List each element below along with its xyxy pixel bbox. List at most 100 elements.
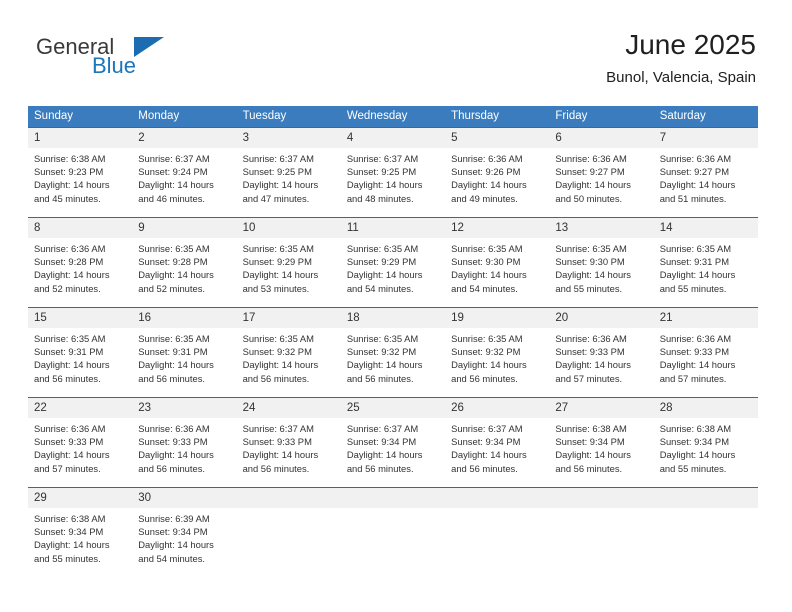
day-number: 26 <box>445 398 550 418</box>
daylight-duration-line2: and 56 minutes. <box>451 372 518 384</box>
day-cell[interactable]: 8 Sunrise: 6:36 AM Sunset: 9:28 PM Daylight… <box>28 217 133 308</box>
day-cell[interactable]: 2 Sunrise: 6:37 AM Sunset: 9:24 PM Daylight… <box>132 127 237 218</box>
day-cell[interactable]: 3 Sunrise: 6:37 AM Sunset: 9:25 PM Daylight… <box>236 127 341 218</box>
day-number: 22 <box>28 398 133 418</box>
day-details: Sunrise: 6:35 AM Sunset: 9:31 PM Daylight:… <box>654 238 758 295</box>
day-number: 16 <box>132 308 237 328</box>
day-details: Sunrise: 6:38 AM Sunset: 9:23 PM Daylight:… <box>28 148 132 205</box>
sunset-time: Sunset: 9:23 PM <box>34 166 104 178</box>
day-number: 25 <box>340 398 446 418</box>
day-details: Sunrise: 6:38 AM Sunset: 9:34 PM Daylight:… <box>28 508 132 565</box>
calendar-week-row: 8 Sunrise: 6:36 AM Sunset: 9:28 PM Daylight… <box>28 217 758 308</box>
day-cell[interactable]: 28 Sunrise: 6:38 AM Sunset: 9:34 PM Dayligh… <box>653 397 758 488</box>
daylight-duration-line1: Daylight: 14 hours <box>34 539 110 551</box>
day-cell[interactable]: 25 Sunrise: 6:37 AM Sunset: 9:34 PM Dayligh… <box>340 397 446 488</box>
day-cell[interactable]: 21 Sunrise: 6:36 AM Sunset: 9:33 PM Dayligh… <box>653 307 758 398</box>
day-details: Sunrise: 6:38 AM Sunset: 9:34 PM Daylight:… <box>654 418 758 475</box>
day-cell[interactable]: 11 Sunrise: 6:35 AM Sunset: 9:29 PM Dayligh… <box>340 217 446 308</box>
day-number: 12 <box>445 218 550 238</box>
daylight-duration-line2: and 48 minutes. <box>346 192 414 204</box>
day-cell[interactable]: 10 Sunrise: 6:35 AM Sunset: 9:29 PM Dayligh… <box>236 217 341 308</box>
day-cell[interactable]: 13 Sunrise: 6:35 AM Sunset: 9:30 PM Dayligh… <box>549 217 654 308</box>
day-cell[interactable]: 20 Sunrise: 6:36 AM Sunset: 9:33 PM Dayligh… <box>549 307 654 398</box>
weekday-header-saturday: Saturday <box>653 106 758 128</box>
sunrise-time: Sunrise: 6:37 AM <box>242 153 314 164</box>
day-cell[interactable]: 9 Sunrise: 6:35 AM Sunset: 9:28 PM Daylight… <box>132 217 237 308</box>
day-cell[interactable]: 14 Sunrise: 6:35 AM Sunset: 9:31 PM Dayligh… <box>653 217 758 308</box>
day-number <box>549 488 654 508</box>
day-cell[interactable]: 4 Sunrise: 6:37 AM Sunset: 9:25 PM Daylight… <box>340 127 446 218</box>
daylight-duration-line1: Daylight: 14 hours <box>242 359 319 371</box>
day-cell[interactable]: 16 Sunrise: 6:35 AM Sunset: 9:31 PM Dayligh… <box>132 307 237 398</box>
daylight-duration-line1: Daylight: 14 hours <box>659 449 736 461</box>
day-number: 15 <box>28 308 133 328</box>
day-details: Sunrise: 6:36 AM Sunset: 9:27 PM Daylight:… <box>654 148 758 205</box>
sunrise-time: Sunrise: 6:36 AM <box>555 153 627 164</box>
day-number: 20 <box>549 308 654 328</box>
daylight-duration-line1: Daylight: 14 hours <box>138 449 214 461</box>
day-details: Sunrise: 6:35 AM Sunset: 9:29 PM Daylight:… <box>341 238 445 295</box>
daylight-duration-line1: Daylight: 14 hours <box>451 179 527 191</box>
day-cell[interactable]: 15 Sunrise: 6:35 AM Sunset: 9:31 PM Dayligh… <box>28 307 133 398</box>
sunset-time: Sunset: 9:34 PM <box>138 526 208 538</box>
daylight-duration-line1: Daylight: 14 hours <box>138 179 214 191</box>
day-details: Sunrise: 6:36 AM Sunset: 9:27 PM Daylight:… <box>549 148 653 205</box>
daylight-duration-line2: and 56 minutes. <box>451 462 518 474</box>
sunset-time: Sunset: 9:34 PM <box>346 436 417 448</box>
weekday-header-tuesday: Tuesday <box>236 106 341 128</box>
daylight-duration-line2: and 57 minutes. <box>34 462 101 474</box>
daylight-duration-line1: Daylight: 14 hours <box>346 359 423 371</box>
sunrise-time: Sunrise: 6:36 AM <box>34 243 106 254</box>
sunset-time: Sunset: 9:29 PM <box>242 256 312 268</box>
day-cell[interactable]: 27 Sunrise: 6:38 AM Sunset: 9:34 PM Dayligh… <box>549 397 654 488</box>
day-cell[interactable]: 17 Sunrise: 6:35 AM Sunset: 9:32 PM Dayligh… <box>236 307 341 398</box>
day-number: 5 <box>445 128 550 148</box>
day-details: Sunrise: 6:39 AM Sunset: 9:34 PM Daylight:… <box>132 508 236 565</box>
sunset-time: Sunset: 9:33 PM <box>555 346 625 358</box>
daylight-duration-line1: Daylight: 14 hours <box>346 179 423 191</box>
day-cell[interactable]: 6 Sunrise: 6:36 AM Sunset: 9:27 PM Daylight… <box>549 127 654 218</box>
day-number: 27 <box>549 398 654 418</box>
day-number: 1 <box>28 128 133 148</box>
calendar-table: Sunday Monday Tuesday Wednesday Thursday Frid… <box>28 106 758 578</box>
day-cell[interactable]: 29 Sunrise: 6:38 AM Sunset: 9:34 PM Dayligh… <box>28 487 133 578</box>
sunrise-time: Sunrise: 6:35 AM <box>555 243 627 254</box>
day-cell[interactable]: 26 Sunrise: 6:37 AM Sunset: 9:34 PM Dayligh… <box>445 397 550 488</box>
day-cell[interactable]: 1 Sunrise: 6:38 AM Sunset: 9:23 PM Daylight… <box>28 127 133 218</box>
daylight-duration-line1: Daylight: 14 hours <box>34 449 110 461</box>
sunrise-time: Sunrise: 6:37 AM <box>346 423 419 434</box>
sunrise-time: Sunrise: 6:36 AM <box>451 153 523 164</box>
sunrise-time: Sunrise: 6:37 AM <box>451 423 523 434</box>
daylight-duration-line1: Daylight: 14 hours <box>555 359 631 371</box>
daylight-duration-line1: Daylight: 14 hours <box>659 179 736 191</box>
weekday-header-wednesday: Wednesday <box>340 106 446 128</box>
day-cell[interactable]: 30 Sunrise: 6:39 AM Sunset: 9:34 PM Dayligh… <box>132 487 237 578</box>
day-number: 8 <box>28 218 133 238</box>
sunset-time: Sunset: 9:27 PM <box>555 166 625 178</box>
day-cell[interactable]: 18 Sunrise: 6:35 AM Sunset: 9:32 PM Dayligh… <box>340 307 446 398</box>
day-details: Sunrise: 6:35 AM Sunset: 9:30 PM Daylight:… <box>445 238 549 295</box>
day-cell[interactable]: 5 Sunrise: 6:36 AM Sunset: 9:26 PM Daylight… <box>445 127 550 218</box>
sunrise-time: Sunrise: 6:35 AM <box>242 333 314 344</box>
day-number: 23 <box>132 398 237 418</box>
weekday-header-thursday: Thursday <box>445 106 550 128</box>
day-details: Sunrise: 6:35 AM Sunset: 9:29 PM Daylight:… <box>237 238 341 295</box>
day-cell-empty <box>340 487 446 578</box>
daylight-duration-line1: Daylight: 14 hours <box>242 449 319 461</box>
day-cell[interactable]: 22 Sunrise: 6:36 AM Sunset: 9:33 PM Dayligh… <box>28 397 133 488</box>
day-cell[interactable]: 7 Sunrise: 6:36 AM Sunset: 9:27 PM Daylight… <box>653 127 758 218</box>
day-cell[interactable]: 12 Sunrise: 6:35 AM Sunset: 9:30 PM Dayligh… <box>445 217 550 308</box>
daylight-duration-line2: and 55 minutes. <box>659 282 727 294</box>
day-cell[interactable]: 19 Sunrise: 6:35 AM Sunset: 9:32 PM Dayligh… <box>445 307 550 398</box>
day-cell[interactable]: 23 Sunrise: 6:36 AM Sunset: 9:33 PM Dayligh… <box>132 397 237 488</box>
sunset-time: Sunset: 9:30 PM <box>555 256 625 268</box>
daylight-duration-line1: Daylight: 14 hours <box>346 449 423 461</box>
day-details: Sunrise: 6:36 AM Sunset: 9:33 PM Daylight:… <box>132 418 236 475</box>
day-details: Sunrise: 6:35 AM Sunset: 9:28 PM Daylight:… <box>132 238 236 295</box>
calendar-header-row: Sunday Monday Tuesday Wednesday Thursday Frid… <box>28 106 758 128</box>
day-number: 2 <box>132 128 237 148</box>
day-details: Sunrise: 6:37 AM Sunset: 9:34 PM Daylight:… <box>341 418 445 475</box>
daylight-duration-line2: and 49 minutes. <box>451 192 518 204</box>
day-cell[interactable]: 24 Sunrise: 6:37 AM Sunset: 9:33 PM Dayligh… <box>236 397 341 488</box>
calendar-week-row: 15 Sunrise: 6:35 AM Sunset: 9:31 PM Dayligh… <box>28 307 758 398</box>
